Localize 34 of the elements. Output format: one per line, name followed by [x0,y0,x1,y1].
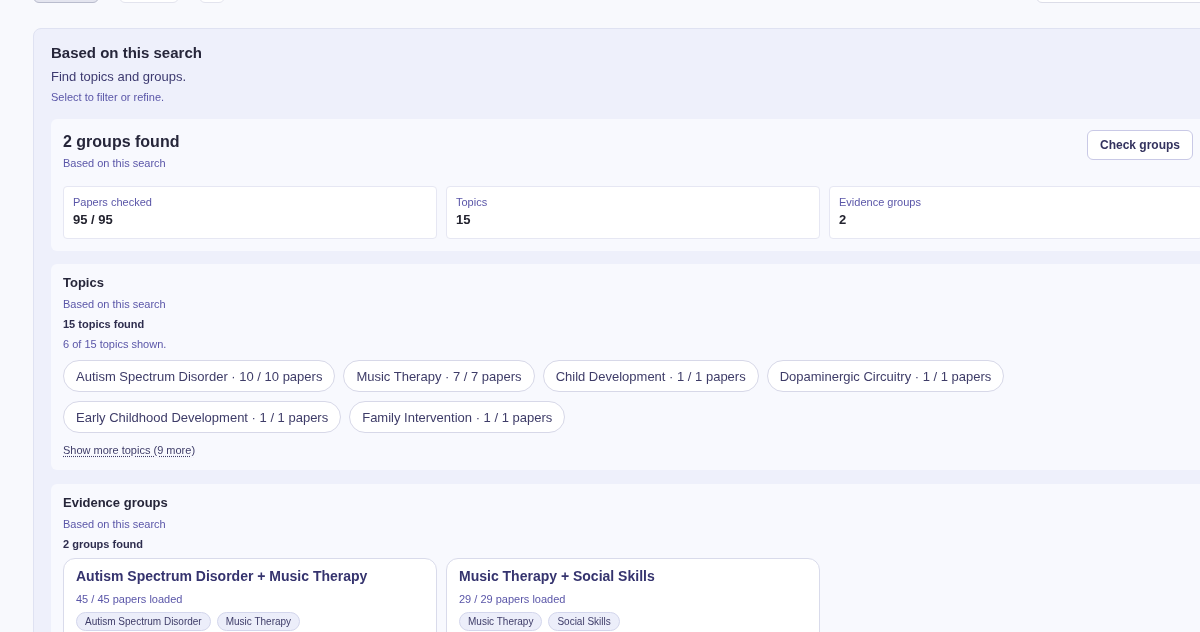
topic-chip[interactable]: Early Childhood Development · 1 / 1 papers [63,401,342,433]
group-title: Music Therapy + Social Skills [459,567,655,585]
topic-chip[interactable]: Family Intervention · 1 / 1 papers [349,401,566,433]
group-tag: Social Skills [548,612,620,631]
stat-label: Papers checked [73,195,152,209]
group-papers: 45 / 45 papers loaded [76,592,183,606]
group-tag: Music Therapy [216,612,301,631]
topics-count: 15 topics found [63,317,145,332]
stat-value: 15 [456,211,471,229]
stat-label: Topics [456,195,488,209]
topic-chip[interactable]: Music Therapy · 7 / 7 papers [343,360,535,392]
check-groups-button[interactable]: Check groups [1087,130,1193,160]
topic-chip[interactable]: Dopaminergic Circuitry · 1 / 1 papers [766,360,1005,392]
stat-value: 95 / 95 [73,211,113,229]
panel-title: Based on this search [51,43,203,63]
evidence-groups-caption: Based on this search [63,517,166,532]
group-tag: Music Therapy [459,612,543,631]
topic-chip[interactable]: Child Development · 1 / 1 papers [542,360,759,392]
topics-shown: 6 of 15 topics shown. [63,337,167,352]
stat-label: Evidence groups [839,195,921,209]
group-title: Autism Spectrum Disorder + Music Therapy [76,567,368,585]
summary-caption: Based on this search [63,156,166,171]
stat-value: 2 [839,211,847,229]
show-more-link[interactable]: Show more topics (9 more) [63,442,196,458]
panel-hint: Select to filter or refine. [51,90,165,105]
group-papers: 29 / 29 papers loaded [459,592,566,606]
evidence-groups-count: 2 groups found [63,537,144,552]
topics-caption: Based on this search [63,297,166,312]
topic-chip[interactable]: Autism Spectrum Disorder · 10 / 10 papers [63,360,336,392]
topics-title: Topics [63,274,104,292]
panel-subtitle: Find topics and groups. [51,68,188,86]
evidence-groups-title: Evidence groups [63,494,168,512]
summary-title: 2 groups found [63,132,180,152]
group-tag: Autism Spectrum Disorder [76,612,211,631]
